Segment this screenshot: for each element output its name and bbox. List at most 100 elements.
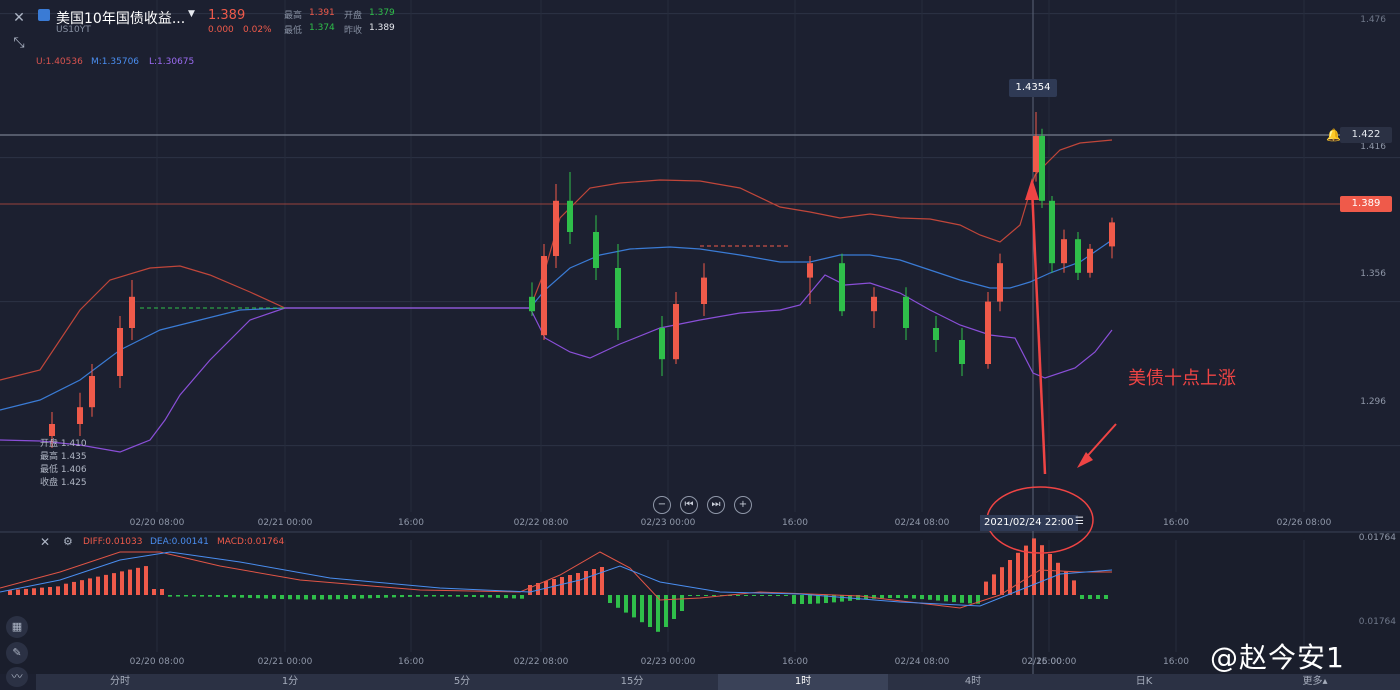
macd-histogram-bar <box>80 580 84 595</box>
macd-histogram-bar <box>472 595 476 598</box>
macd-histogram-bar <box>440 595 444 597</box>
candle-up <box>985 301 991 364</box>
macd-histogram-bar <box>704 595 708 596</box>
macd-diff-value: DIFF:0.01033 <box>83 537 143 547</box>
macd-histogram-bar <box>752 595 756 596</box>
macd-histogram-bar <box>912 595 916 599</box>
bell-icon[interactable]: 🔔 <box>1326 128 1341 142</box>
macd-histogram-bar <box>256 595 260 599</box>
macd-histogram-bar <box>352 595 356 599</box>
macd-histogram-bar <box>1000 567 1004 595</box>
price-change-pct: 0.02% <box>243 25 272 35</box>
ohlc-open: 开盘 1.410 <box>40 439 87 449</box>
draw-icon[interactable]: ✎ <box>6 642 28 664</box>
macd-histogram-bar <box>584 571 588 595</box>
stat-label-high: 最高 <box>284 11 303 21</box>
macd-histogram-bar <box>520 595 524 599</box>
macd-histogram-bar <box>368 595 372 599</box>
macd-histogram-bar <box>72 581 76 595</box>
menu-icon[interactable]: ☰ <box>1075 516 1084 527</box>
ohlc-high: 最高 1.435 <box>40 452 87 462</box>
macd-histogram-bar <box>888 595 892 599</box>
macd-histogram-bar <box>960 595 964 603</box>
dropdown-icon[interactable]: ▼ <box>188 9 195 19</box>
macd-histogram-bar <box>48 587 52 595</box>
macd-histogram-bar <box>496 595 500 598</box>
macd-histogram-bar <box>216 595 220 597</box>
macd-histogram-bar <box>560 577 564 595</box>
timeframe-tab[interactable]: 日K <box>1136 674 1153 690</box>
candle-up <box>807 263 813 278</box>
candle-down <box>615 268 621 328</box>
scroll-end-button[interactable]: ⏭ <box>707 496 725 514</box>
candle-down <box>933 328 939 340</box>
macd-histogram-bar <box>736 595 740 596</box>
macd-x-label: 16:00 <box>1163 657 1189 667</box>
candle-up <box>673 304 679 360</box>
close-icon[interactable]: ✕ <box>8 7 30 29</box>
macd-histogram-bar <box>288 595 292 600</box>
candle-down <box>839 263 845 312</box>
indicator-icon[interactable]: ▦ <box>6 616 28 638</box>
macd-histogram-bar <box>392 595 396 598</box>
timeframe-tab[interactable]: 1分 <box>282 674 298 690</box>
x-axis-label: 02/21 00:00 <box>257 518 313 528</box>
macd-histogram-bar <box>504 595 508 599</box>
last-price: 1.389 <box>208 8 246 23</box>
candle-up <box>997 263 1003 302</box>
timeframe-tab-more[interactable]: 更多▴ <box>1302 674 1327 690</box>
timeframe-tab[interactable]: 15分 <box>621 674 644 690</box>
macd-histogram-bar <box>1096 595 1100 599</box>
macd-histogram-bar <box>568 575 572 595</box>
macd-x-label: 02/20 08:00 <box>129 657 185 667</box>
macd-histogram-bar <box>760 595 764 596</box>
macd-histogram-bar <box>624 595 628 613</box>
macd-histogram-bar <box>896 595 900 599</box>
chart-type-icon <box>38 9 50 21</box>
macd-histogram-bar <box>904 595 908 599</box>
scroll-start-button[interactable]: ⏮ <box>680 496 698 514</box>
candle-up <box>1109 222 1115 247</box>
stat-label-prev-close: 昨收 <box>344 26 363 36</box>
macd-settings-icon[interactable]: ⚙ <box>63 535 73 548</box>
macd-histogram-bar <box>1048 554 1052 595</box>
collapse-icon[interactable]: ⤡ <box>8 32 30 54</box>
zoom-out-button[interactable]: − <box>653 496 671 514</box>
macd-x-label: 02/23 00:00 <box>640 657 696 667</box>
timeframe-tab[interactable]: 5分 <box>454 674 470 690</box>
macd-close-icon[interactable]: ✕ <box>40 535 50 549</box>
x-axis-label: 02/23 00:00 <box>640 518 696 528</box>
zoom-in-button[interactable]: + <box>734 496 752 514</box>
timeframe-tab[interactable]: 分时 <box>110 674 130 690</box>
candle-down <box>659 328 665 360</box>
alert-line-label[interactable]: 1.422 <box>1340 127 1392 143</box>
macd-histogram-bar <box>136 567 140 595</box>
macd-histogram-bar <box>816 595 820 604</box>
chart-area[interactable] <box>0 0 1400 674</box>
macd-histogram-bar <box>40 587 44 595</box>
candle-down <box>903 296 909 328</box>
macd-axis-top: 0.01764 <box>1358 533 1396 543</box>
boll-upper-value: U:1.40536 <box>36 57 83 67</box>
watermark: @赵今安1 <box>1210 641 1345 674</box>
macd-histogram-bar <box>480 595 484 598</box>
macd-x-label: 02/25 00:00 <box>1021 657 1077 667</box>
macd-histogram-bar <box>96 576 100 595</box>
stat-value-low: 1.374 <box>309 23 335 33</box>
timeframe-tab-active[interactable]: 1时 <box>795 674 811 690</box>
macd-histogram-bar <box>632 595 636 618</box>
macd-histogram-bar <box>616 595 620 608</box>
macd-histogram-bar <box>928 595 932 600</box>
price-tick: 1.416 <box>1360 142 1386 152</box>
macd-histogram-bar <box>808 595 812 604</box>
macd-histogram-bar <box>152 589 156 595</box>
candle-up <box>129 296 135 328</box>
timeframe-tab[interactable]: 4时 <box>965 674 981 690</box>
boll-lower-value: L:1.30675 <box>149 57 195 67</box>
crosshair-price-tooltip: 1.4354 <box>1009 79 1057 97</box>
macd-histogram-bar <box>640 595 644 623</box>
main-pane-bg <box>0 0 1400 532</box>
trend-icon[interactable]: 〰 <box>6 667 28 687</box>
macd-histogram-bar <box>448 595 452 597</box>
x-axis-label: 02/24 08:00 <box>894 518 950 528</box>
